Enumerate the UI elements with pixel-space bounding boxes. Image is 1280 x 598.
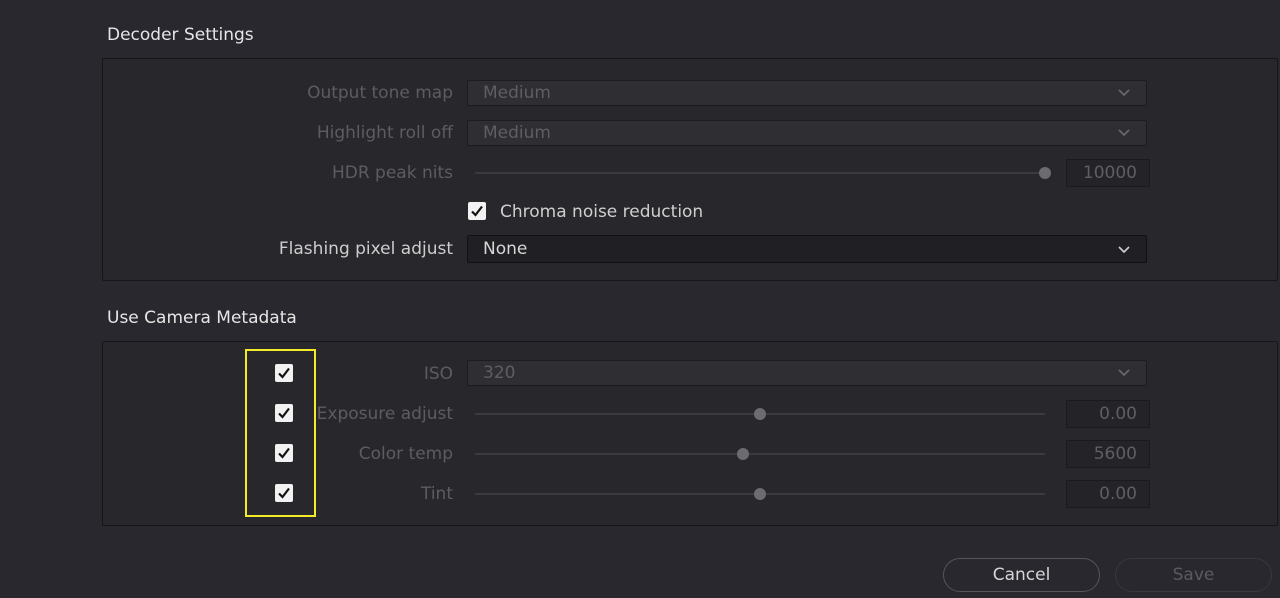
decoder-settings-panel: Output tone map Medium Highlight roll of… <box>102 58 1278 281</box>
output-tone-map-value: Medium <box>483 83 551 103</box>
flashing-pixel-adjust-value: None <box>483 239 528 259</box>
chroma-noise-reduction-checkbox[interactable] <box>468 202 486 220</box>
color-temp-slider[interactable] <box>475 448 1045 460</box>
chevron-down-icon <box>1118 246 1130 254</box>
color-temp-value: 5600 <box>1093 444 1137 464</box>
cancel-button[interactable]: Cancel <box>943 558 1100 592</box>
highlight-roll-off-dropdown[interactable]: Medium <box>467 120 1147 146</box>
decoder-settings-page: Decoder Settings Output tone map Medium … <box>0 0 1280 598</box>
iso-dropdown[interactable]: 320 <box>467 360 1147 386</box>
exposure-adjust-value: 0.00 <box>1099 404 1137 424</box>
exposure-adjust-slider-thumb[interactable] <box>754 408 766 420</box>
chroma-noise-reduction-label: Chroma noise reduction <box>500 202 704 222</box>
tint-slider[interactable] <box>475 488 1045 500</box>
chevron-down-icon <box>1118 369 1130 377</box>
color-temp-slider-thumb[interactable] <box>736 448 749 460</box>
camera-metadata-title: Use Camera Metadata <box>107 308 297 328</box>
highlight-roll-off-value: Medium <box>483 123 551 143</box>
flashing-pixel-adjust-label: Flashing pixel adjust <box>278 239 453 259</box>
output-tone-map-label: Output tone map <box>307 83 453 103</box>
exposure-adjust-input[interactable]: 0.00 <box>1066 400 1150 428</box>
tint-input[interactable]: 0.00 <box>1066 480 1150 508</box>
hdr-peak-nits-slider[interactable] <box>475 167 1051 179</box>
highlight-roll-off-label: Highlight roll off <box>316 123 453 143</box>
exposure-adjust-slider[interactable] <box>475 408 1045 420</box>
save-button[interactable]: Save <box>1115 558 1272 592</box>
output-tone-map-dropdown[interactable]: Medium <box>467 80 1147 106</box>
flashing-pixel-adjust-dropdown[interactable]: None <box>467 235 1147 263</box>
tint-slider-thumb[interactable] <box>754 488 766 500</box>
chevron-down-icon <box>1118 129 1130 137</box>
chevron-down-icon <box>1118 89 1130 97</box>
checkmark-icon <box>471 205 483 217</box>
checkbox-highlight-box <box>245 349 316 517</box>
color-temp-input[interactable]: 5600 <box>1066 440 1150 468</box>
hdr-peak-nits-input[interactable]: 10000 <box>1066 159 1150 187</box>
hdr-peak-nits-label: HDR peak nits <box>331 163 453 183</box>
iso-value: 320 <box>483 363 516 383</box>
decoder-settings-title: Decoder Settings <box>107 25 254 45</box>
tint-value: 0.00 <box>1099 484 1137 504</box>
hdr-peak-nits-value: 10000 <box>1082 163 1137 183</box>
hdr-peak-nits-slider-thumb[interactable] <box>1039 167 1051 179</box>
